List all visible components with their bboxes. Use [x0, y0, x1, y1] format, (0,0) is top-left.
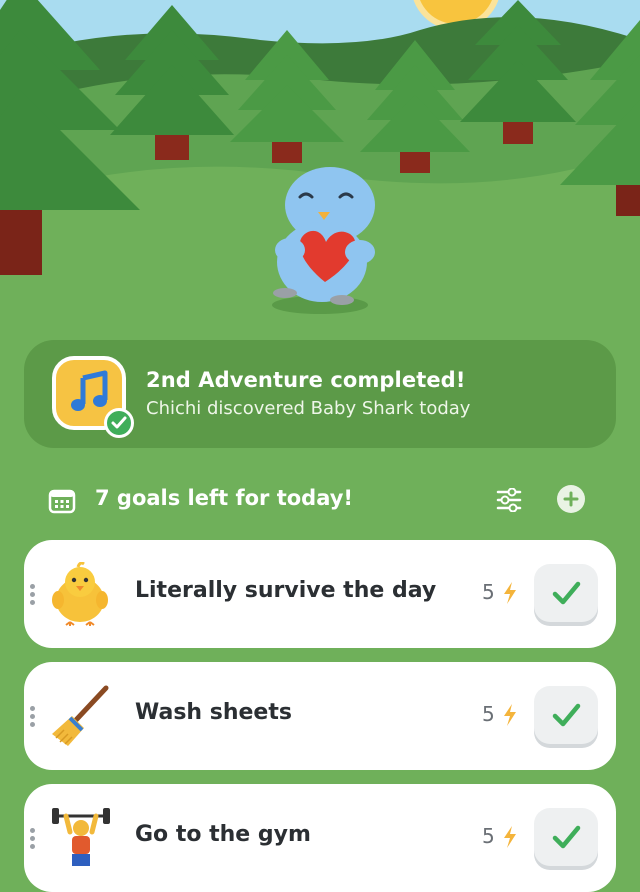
baby-chick-icon — [52, 562, 108, 626]
filter-icon[interactable] — [496, 488, 522, 512]
weightlifter-icon — [52, 808, 110, 866]
complete-task-button[interactable] — [534, 808, 598, 866]
lightning-bolt-icon — [504, 826, 516, 848]
task-card-literally-survive[interactable]: Literally survive the day 5 — [24, 540, 616, 648]
forest-scene — [0, 0, 640, 330]
complete-task-button[interactable] — [534, 686, 598, 744]
goals-header: 7 goals left for today! — [0, 480, 640, 520]
calendar-icon[interactable] — [48, 488, 76, 514]
adventure-title: 2nd Adventure completed! — [146, 368, 466, 392]
music-note-icon — [71, 370, 108, 411]
drag-handle-icon[interactable] — [30, 828, 36, 850]
checkmark-icon — [552, 825, 581, 849]
add-goal-button[interactable] — [557, 485, 585, 513]
complete-task-button[interactable] — [534, 564, 598, 622]
checkmark-icon — [552, 581, 581, 605]
task-points: 5 — [482, 702, 495, 726]
plus-icon — [563, 491, 579, 507]
completed-check-icon — [104, 408, 134, 438]
adventure-card[interactable]: 2nd Adventure completed! Chichi discover… — [24, 340, 616, 448]
lightning-bolt-icon — [504, 704, 516, 726]
task-card-go-to-gym[interactable]: Go to the gym 5 — [24, 784, 616, 892]
checkmark-icon — [552, 703, 581, 727]
task-points: 5 — [482, 824, 495, 848]
adventure-subtitle: Chichi discovered Baby Shark today — [146, 398, 471, 419]
task-points: 5 — [482, 580, 495, 604]
broom-icon — [52, 685, 109, 746]
task-label: Wash sheets — [135, 700, 292, 725]
task-card-wash-sheets[interactable]: Wash sheets 5 — [24, 662, 616, 770]
task-label: Go to the gym — [135, 822, 311, 847]
lightning-bolt-icon — [504, 582, 516, 604]
drag-handle-icon[interactable] — [30, 584, 36, 606]
task-label: Literally survive the day — [135, 578, 437, 603]
drag-handle-icon[interactable] — [30, 706, 36, 728]
goals-left-title: 7 goals left for today! — [95, 486, 354, 510]
